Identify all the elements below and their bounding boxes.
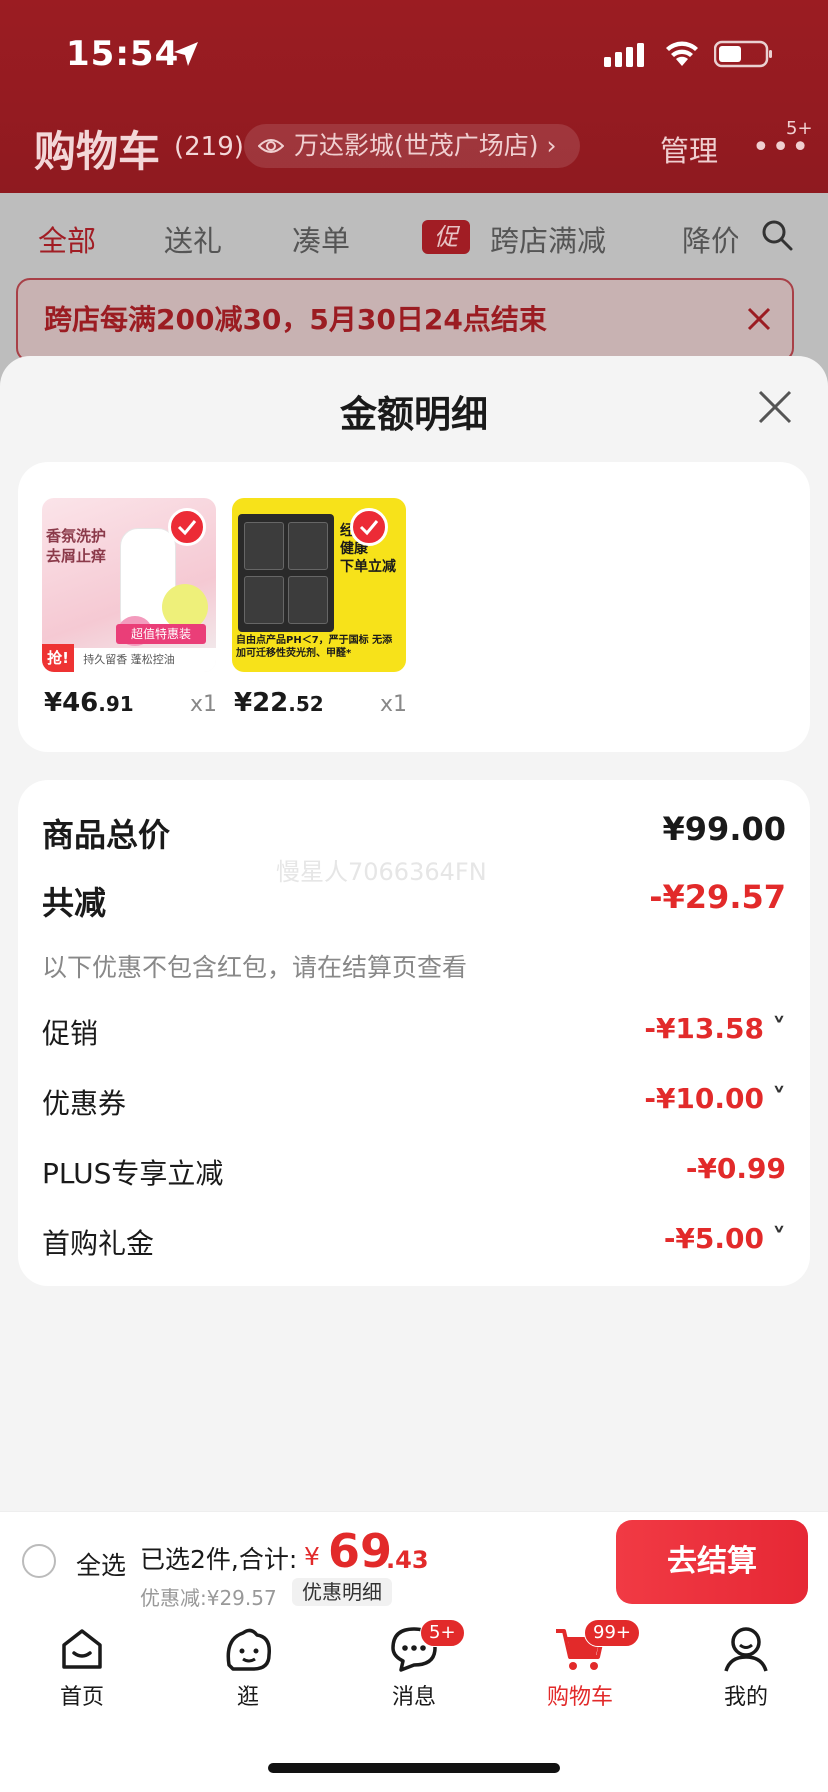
product-package-graphic — [238, 514, 334, 632]
tab-bundle[interactable]: 凑单 — [292, 218, 350, 260]
tabbar-item-cart[interactable]: 99+ 购物车 — [520, 1619, 640, 1711]
coupon-label: 优惠券 — [42, 1087, 127, 1120]
tabbar-label: 购物车 — [546, 1685, 613, 1710]
message-badge: 5+ — [420, 1619, 465, 1647]
total-amount-dec: .43 — [386, 1546, 429, 1574]
plus-discount-value: -¥0.99 — [685, 1152, 786, 1185]
checkout-button[interactable]: 去结算 — [616, 1520, 808, 1604]
product-quantity: x1 — [380, 692, 408, 717]
chevron-down-icon: ˅ — [772, 1222, 786, 1255]
total-reduction-value: -¥29.57 — [649, 878, 786, 916]
sheet-title: 金额明细 — [340, 393, 488, 436]
tab-gift[interactable]: 送礼 — [164, 218, 222, 260]
tabbar-item-browse[interactable]: 逛 — [188, 1625, 308, 1711]
eye-icon — [258, 139, 284, 153]
amount-detail-sheet: 金额明细 香氛洗护 去屑止痒 超值特惠装 持久留香 蓬松控油 抢! ¥46.91… — [0, 356, 828, 1511]
browse-icon — [226, 1628, 271, 1671]
cart-title: 购物车 — [34, 127, 161, 176]
discount-amount-text: 优惠减:¥29.57 — [140, 1586, 277, 1610]
total-price-value: ¥99.00 — [662, 810, 786, 848]
total-amount-int: 69 — [328, 1524, 393, 1578]
total-currency: ¥ — [304, 1542, 320, 1571]
first-purchase-gift-label: 首购礼金 — [42, 1227, 155, 1260]
select-all-label[interactable]: 全选 — [76, 1546, 126, 1582]
tabbar-label: 我的 — [723, 1685, 768, 1710]
first-purchase-gift-value[interactable]: -¥5.00 ˅ — [664, 1222, 786, 1255]
home-indicator — [268, 1763, 560, 1773]
product-image-tag: 超值特惠装 — [116, 624, 206, 644]
total-price-label: 商品总价 — [42, 816, 171, 854]
chevron-right-icon: › — [546, 131, 557, 160]
watermark: 慢星人7066364FN — [276, 858, 487, 886]
chevron-down-icon: ˅ — [772, 1082, 786, 1115]
product-image-caption: 香氛洗护 去屑止痒 — [46, 527, 107, 565]
coupon-value[interactable]: -¥10.00 ˅ — [644, 1082, 786, 1115]
promotion-label: 促销 — [42, 1017, 99, 1050]
reduction-note: 以下优惠不包含红包，请在结算页查看 — [42, 953, 468, 982]
product-item[interactable]: 香氛洗护 去屑止痒 超值特惠装 持久留香 蓬松控油 抢! ¥46.91 x1 — [42, 498, 217, 718]
cellular-signal-icon — [604, 43, 644, 67]
grab-tag: 抢! — [42, 644, 74, 672]
search-icon[interactable] — [760, 218, 794, 252]
product-price: ¥22.52 — [234, 688, 324, 718]
cart-filter-tabs: 全部 送礼 凑单 促 跨店满减 降价 — [0, 212, 828, 262]
tab-price-drop[interactable]: 降价 — [682, 218, 738, 260]
product-image-bottom: 自由点产品PH＜7，严于国标 无添加可迁移性荧光剂、甲醛* — [236, 635, 393, 659]
chevron-down-icon: ˅ — [772, 1012, 786, 1045]
select-all-checkbox[interactable] — [22, 1544, 56, 1578]
tab-cross-store-discount[interactable]: 跨店满减 — [490, 218, 606, 260]
wifi-icon — [666, 41, 698, 66]
price-summary-card: 慢星人7066364FN 商品总价 ¥99.00 共减 -¥29.57 以下优惠… — [18, 780, 810, 1286]
location-arrow-icon — [174, 42, 198, 66]
tabbar-label: 首页 — [59, 1685, 104, 1710]
promo-banner: 跨店每满200减30，5月30日24点结束 — [16, 278, 794, 362]
promo-badge: 促 — [422, 220, 470, 254]
more-badge: 5+ — [786, 118, 813, 139]
store-location-text: 万达影城(世茂广场店) — [294, 131, 539, 160]
product-item[interactable]: 经期 健康 下单立减 自由点产品PH＜7，严于国标 无添加可迁移性荧光剂、甲醛*… — [232, 498, 407, 718]
battery-icon — [714, 40, 772, 68]
selected-count-text: 已选2件,合计: — [140, 1545, 298, 1574]
product-price: ¥46.91 — [44, 688, 134, 718]
cart-badge: 99+ — [584, 1619, 640, 1647]
cart-count: (219) — [174, 132, 244, 162]
selected-check-icon — [350, 508, 388, 546]
tabbar-label: 消息 — [391, 1685, 436, 1710]
store-location-pill[interactable]: 万达影城(世茂广场店) › — [244, 124, 580, 168]
manage-button[interactable]: 管理 — [660, 128, 718, 170]
promotion-value[interactable]: -¥13.58 ˅ — [644, 1012, 786, 1045]
tabbar-item-profile[interactable]: 我的 — [686, 1625, 806, 1711]
tabbar-label: 逛 — [236, 1685, 259, 1710]
close-icon[interactable] — [756, 388, 794, 426]
promo-banner-text: 跨店每满200减30，5月30日24点结束 — [44, 303, 547, 336]
tabbar-item-messages[interactable]: 5+ 消息 — [354, 1619, 474, 1711]
status-bar: 15:54 — [0, 0, 828, 110]
status-time: 15:54 — [66, 34, 180, 74]
products-card: 香氛洗护 去屑止痒 超值特惠装 持久留香 蓬松控油 抢! ¥46.91 x1 健… — [18, 462, 810, 752]
tabbar-item-home[interactable]: 首页 — [22, 1625, 142, 1711]
selected-check-icon — [168, 508, 206, 546]
plus-discount-label: PLUS专享立减 — [42, 1157, 224, 1190]
profile-icon — [724, 1627, 768, 1672]
product-quantity: x1 — [190, 692, 218, 717]
product-image[interactable]: 经期 健康 下单立减 自由点产品PH＜7，严于国标 无添加可迁移性荧光剂、甲醛* — [232, 498, 406, 672]
close-icon[interactable] — [744, 304, 774, 334]
checkout-bar: 全选 已选2件,合计: ¥ 69 .43 优惠减:¥29.57 优惠明细 去结算 — [0, 1511, 828, 1611]
product-image[interactable]: 香氛洗护 去屑止痒 超值特惠装 持久留香 蓬松控油 抢! — [42, 498, 216, 672]
total-reduction-label: 共减 — [42, 884, 107, 922]
tab-all[interactable]: 全部 — [38, 218, 96, 260]
home-icon — [62, 1629, 102, 1669]
discount-detail-button[interactable]: 优惠明细 — [292, 1578, 392, 1606]
